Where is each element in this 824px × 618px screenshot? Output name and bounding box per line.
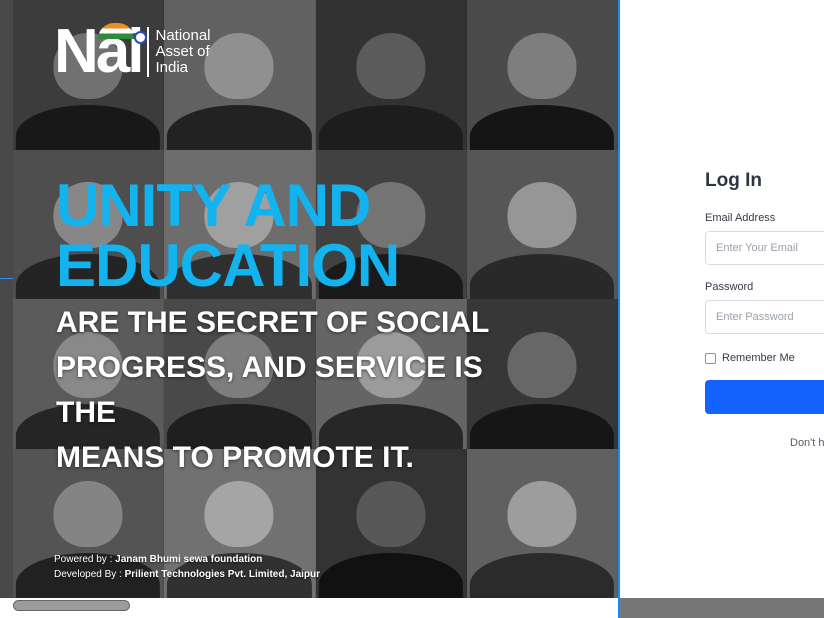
email-label: Email Address (705, 212, 776, 224)
logo-line: National (155, 27, 211, 44)
logo-line: Asset of (155, 43, 210, 60)
brand-logo: Nai National Asset of India (54, 21, 211, 83)
developed-by-label: Developed By : (54, 569, 125, 580)
headline-line: EDUCATION (56, 232, 400, 299)
subhead-line: PROGRESS, AND SERVICE IS THE (56, 351, 483, 429)
powered-by: Powered by : Janam Bhumi sewa foundation (54, 552, 320, 567)
powered-by-label: Powered by : (54, 554, 116, 565)
login-button[interactable] (705, 380, 824, 414)
powered-by-value: Janam Bhumi sewa foundation (115, 554, 263, 565)
hero-headline: UNITY AND EDUCATION (56, 172, 400, 299)
footer-bar (620, 598, 824, 618)
subhead-line: MEANS TO PROMOTE IT. (56, 441, 414, 474)
password-label: Password (705, 281, 754, 293)
password-placeholder: Enter Password (716, 311, 794, 323)
remember-me[interactable]: Remember Me (705, 352, 824, 364)
guide-line (0, 278, 13, 279)
email-placeholder: Enter Your Email (716, 242, 798, 254)
developed-by-value: Prilient Technologies Pvt. Limited, Jaip… (124, 569, 321, 580)
horizontal-scrollbar-thumb[interactable] (13, 600, 130, 611)
remember-label: Remember Me (722, 352, 795, 364)
logo-line: India (155, 59, 189, 76)
password-field[interactable]: Enter Password (705, 300, 824, 334)
logo-mark: Nai (54, 21, 147, 83)
hero-subheadline: ARE THE SECRET OF SOCIAL PROGRESS, AND S… (56, 300, 536, 480)
remember-checkbox[interactable] (705, 352, 716, 364)
headline-line: UNITY AND (56, 172, 371, 239)
signup-prompt[interactable]: Don't h (790, 437, 824, 449)
email-field[interactable]: Enter Your Email (705, 231, 824, 265)
panel-divider (618, 0, 620, 618)
hero-panel: Nai National Asset of India UNITY AND ED… (0, 0, 620, 598)
hero-overlay (0, 0, 620, 598)
login-title: Log In (705, 170, 762, 191)
subhead-line: ARE THE SECRET OF SOCIAL (56, 306, 490, 339)
logo-divider (147, 27, 150, 77)
chakra-icon (134, 31, 147, 44)
login-form: Log In Email Address Enter Your Email Pa… (705, 170, 824, 414)
developed-by: Developed By : Prilient Technologies Pvt… (54, 567, 320, 582)
hero-credits: Powered by : Janam Bhumi sewa foundation… (54, 552, 320, 582)
logo-wordmark: National Asset of India (155, 28, 210, 76)
